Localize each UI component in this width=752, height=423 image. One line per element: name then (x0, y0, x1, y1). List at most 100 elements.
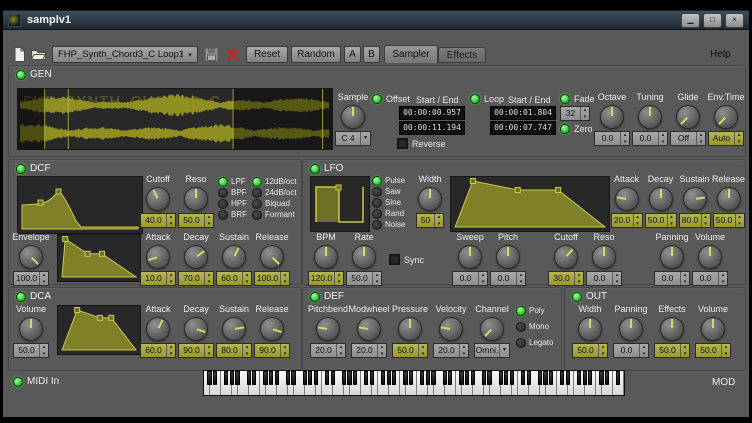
out-panning-knob[interactable] (619, 317, 643, 341)
lfo-width-value[interactable]: 50▴▾ (416, 213, 444, 228)
out-effects-value[interactable]: 50.0▴▾ (654, 343, 690, 358)
black-key[interactable] (370, 371, 374, 385)
black-key[interactable] (448, 371, 452, 385)
lfo-cutoff-value[interactable]: 30.0▴▾ (548, 271, 584, 286)
lfo-rate-knob[interactable] (352, 245, 376, 269)
lfo-bpm-knob[interactable] (314, 245, 338, 269)
preset-combo[interactable]: FHP_Synth_Chord3_C Loop1 ▾ (52, 46, 198, 63)
black-key[interactable] (353, 371, 357, 385)
black-key[interactable] (291, 371, 295, 385)
black-key[interactable] (504, 371, 508, 385)
black-key[interactable] (364, 371, 368, 385)
black-key[interactable] (465, 371, 469, 385)
tab-effects[interactable]: Effects (438, 47, 486, 63)
black-key[interactable] (235, 371, 239, 385)
dcf-envelope-knob[interactable] (19, 245, 43, 269)
dcf-cutoff-knob[interactable] (146, 187, 170, 211)
modwheel-knob[interactable] (357, 317, 381, 341)
velocity-knob[interactable] (439, 317, 463, 341)
delete-preset-icon[interactable] (224, 46, 241, 63)
dca-attack-knob[interactable] (146, 317, 170, 341)
black-key[interactable] (213, 371, 217, 385)
dcf-attack-knob[interactable] (146, 245, 170, 269)
dcf-envelope-value[interactable]: 100.0▴▾ (13, 271, 49, 286)
poly-radio[interactable]: Poly (516, 306, 553, 315)
sync-checkbox[interactable]: Sync (389, 254, 424, 265)
black-key[interactable] (269, 371, 273, 385)
black-key[interactable] (420, 371, 424, 385)
glide-knob[interactable] (676, 105, 700, 129)
loop-start-field[interactable]: 00:00:01.804 (490, 106, 556, 120)
black-key[interactable] (392, 371, 396, 385)
black-key[interactable] (286, 371, 290, 385)
lfo-sustain-value[interactable]: 80.0▴▾ (679, 213, 711, 228)
random-button[interactable]: Random (291, 46, 341, 63)
black-key[interactable] (230, 371, 234, 385)
black-key[interactable] (263, 371, 267, 385)
black-key[interactable] (521, 371, 525, 385)
legato-radio[interactable]: Legato (516, 338, 553, 347)
loop-led[interactable] (470, 94, 480, 104)
black-key[interactable] (403, 371, 407, 385)
dcf-sustain-knob[interactable] (222, 245, 246, 269)
loop-end-field[interactable]: 00:00:07.747 (490, 121, 556, 135)
black-key[interactable] (527, 371, 531, 385)
sample-knob[interactable] (341, 105, 365, 129)
lfo-panning-knob[interactable] (660, 245, 684, 269)
black-key[interactable] (347, 371, 351, 385)
mono-radio[interactable]: Mono (516, 322, 553, 331)
lfo-reso-value[interactable]: 0.0▴▾ (586, 271, 622, 286)
black-key[interactable] (471, 371, 475, 385)
out-volume-value[interactable]: 50.0▴▾ (695, 343, 731, 358)
bpf-radio[interactable]: BPF (218, 188, 247, 197)
black-key[interactable] (560, 371, 564, 385)
waveform-display[interactable]: FHP_SYNTH_CHORD3_C (17, 88, 333, 150)
dcf-sustain-value[interactable]: 60.0▴▾ (216, 271, 252, 286)
env-time-knob[interactable] (714, 105, 738, 129)
lfo-decay-knob[interactable] (649, 187, 673, 211)
black-key[interactable] (325, 371, 329, 385)
dca-volume-value[interactable]: 50.0▴▾ (13, 343, 49, 358)
out-width-knob[interactable] (578, 317, 602, 341)
lfo-wave-display[interactable] (310, 176, 370, 232)
zero-led[interactable] (560, 124, 570, 134)
black-key[interactable] (549, 371, 553, 385)
lfo-noise-radio[interactable]: Noise (372, 220, 405, 229)
dca-volume-knob[interactable] (19, 317, 43, 341)
out-panning-value[interactable]: 0.0▴▾ (613, 343, 649, 358)
lfo-volume-knob[interactable] (698, 245, 722, 269)
black-key[interactable] (605, 371, 609, 385)
channel-value[interactable]: Omni.▾ (474, 343, 510, 358)
keyboard[interactable] (203, 370, 625, 396)
lfo-volume-value[interactable]: 0.0▴▾ (692, 271, 728, 286)
black-key[interactable] (616, 371, 620, 385)
black-key[interactable] (247, 371, 251, 385)
lfo-rand-radio[interactable]: Rand (372, 209, 405, 218)
channel-knob[interactable] (480, 317, 504, 341)
slope-formant-radio[interactable]: Formant (252, 210, 297, 219)
lfo-envelope-display[interactable] (450, 176, 610, 232)
lfo-saw-radio[interactable]: Saw (372, 187, 405, 196)
env-time-value[interactable]: Auto▴▾ (708, 131, 744, 146)
black-key[interactable] (252, 371, 256, 385)
black-key[interactable] (426, 371, 430, 385)
out-volume-knob[interactable] (701, 317, 725, 341)
black-key[interactable] (538, 371, 542, 385)
filter-display[interactable] (17, 176, 143, 234)
lfo-release-value[interactable]: 50.0▴▾ (713, 213, 745, 228)
octave-knob[interactable] (600, 105, 624, 129)
tuning-knob[interactable] (638, 105, 662, 129)
sample-value[interactable]: C 4▾ (335, 131, 371, 146)
mod-label[interactable]: MOD (712, 377, 735, 388)
brf-radio[interactable]: BRF (218, 210, 247, 219)
new-preset-icon[interactable] (11, 46, 28, 63)
lfo-bpm-value[interactable]: 120.0▴▾ (308, 271, 344, 286)
lfo-attack-knob[interactable] (615, 187, 639, 211)
black-key[interactable] (409, 371, 413, 385)
lfo-reso-knob[interactable] (592, 245, 616, 269)
preset-a-button[interactable]: A (344, 46, 361, 63)
dcf-decay-value[interactable]: 70.0▴▾ (178, 271, 214, 286)
black-key[interactable] (599, 371, 603, 385)
black-key[interactable] (459, 371, 463, 385)
save-preset-icon[interactable] (203, 46, 220, 63)
